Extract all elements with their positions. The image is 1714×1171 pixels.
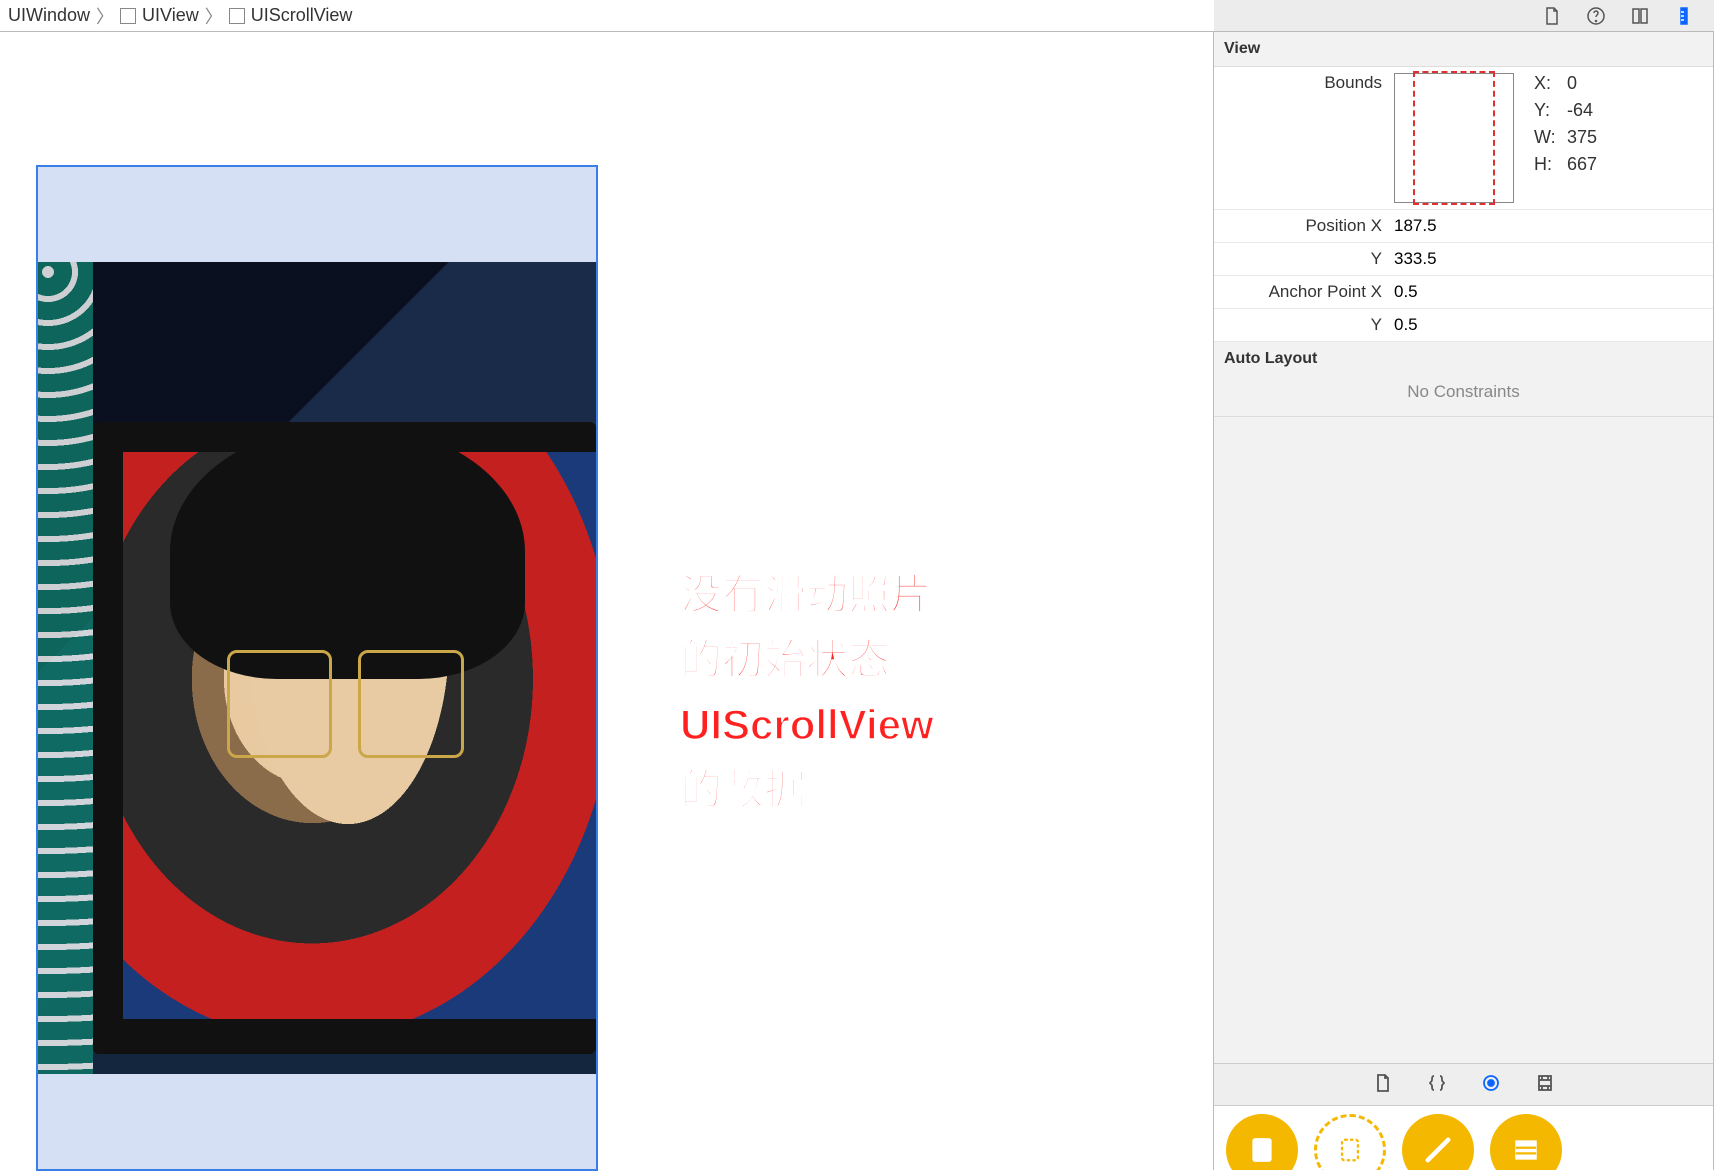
circle-toolbar bbox=[1214, 1105, 1713, 1170]
inspector-bottom-tabs bbox=[1214, 1063, 1713, 1105]
view-icon bbox=[120, 8, 136, 24]
chevron-right-icon: 〉 bbox=[205, 3, 223, 29]
target-tab-icon[interactable] bbox=[1481, 1073, 1501, 1096]
circle-button-2[interactable] bbox=[1314, 1114, 1386, 1170]
breadcrumb: UIWindow 〉 UIView 〉 UIScrollView bbox=[0, 0, 1214, 32]
bounds-w-value: 375 bbox=[1567, 127, 1597, 147]
split-icon[interactable] bbox=[1630, 6, 1650, 26]
braces-tab-icon[interactable] bbox=[1427, 1073, 1447, 1096]
anchor-y-label: Y bbox=[1224, 315, 1394, 335]
bounds-label: Bounds bbox=[1224, 73, 1394, 93]
film-tab-icon[interactable] bbox=[1535, 1073, 1555, 1096]
anchor-y-value: 0.5 bbox=[1394, 315, 1703, 335]
section-header-view: View bbox=[1214, 32, 1713, 67]
bounds-x-value: 0 bbox=[1567, 73, 1577, 93]
circle-button-4[interactable] bbox=[1490, 1114, 1562, 1170]
ruler-icon[interactable] bbox=[1674, 6, 1694, 26]
no-constraints-text: No Constraints bbox=[1214, 376, 1713, 417]
help-icon[interactable] bbox=[1586, 6, 1606, 26]
anchor-x-value: 0.5 bbox=[1394, 282, 1703, 302]
bounds-h-value: 667 bbox=[1567, 154, 1597, 174]
bounds-x-label: X: bbox=[1534, 73, 1562, 94]
bounds-diagram bbox=[1394, 73, 1514, 203]
bounds-y-value: -64 bbox=[1567, 100, 1593, 120]
annotation-text: 没有滑动照片的初始状态UIScrollView的数据 bbox=[680, 562, 950, 822]
bounds-h-label: H: bbox=[1534, 154, 1562, 175]
photo-content bbox=[38, 262, 596, 1074]
chevron-right-icon: 〉 bbox=[96, 3, 114, 29]
uiscrollview-frame[interactable] bbox=[36, 165, 598, 1171]
file-icon[interactable] bbox=[1542, 6, 1562, 26]
position-y-value: 333.5 bbox=[1394, 249, 1703, 269]
canvas-area[interactable]: 没有滑动照片的初始状态UIScrollView的数据 bbox=[0, 32, 1214, 1170]
file-tab-icon[interactable] bbox=[1373, 1073, 1393, 1096]
circle-button-1[interactable] bbox=[1226, 1114, 1298, 1170]
inspector-panel: View Bounds X: 0 Y: -64 W: 375 H: 667 Po… bbox=[1214, 32, 1714, 1170]
position-x-value: 187.5 bbox=[1394, 216, 1703, 236]
position-y-label: Y bbox=[1224, 249, 1394, 269]
breadcrumb-item-uiwindow[interactable]: UIWindow bbox=[8, 5, 90, 26]
anchor-x-label: Anchor Point X bbox=[1224, 282, 1394, 302]
breadcrumb-item-uiscrollview[interactable]: UIScrollView bbox=[229, 5, 353, 26]
view-icon bbox=[229, 8, 245, 24]
bounds-w-label: W: bbox=[1534, 127, 1562, 148]
inspector-top-toolbar bbox=[1214, 0, 1714, 32]
bounds-y-label: Y: bbox=[1534, 100, 1562, 121]
auto-layout-header: Auto Layout bbox=[1214, 342, 1713, 376]
circle-button-3[interactable] bbox=[1402, 1114, 1474, 1170]
position-x-label: Position X bbox=[1224, 216, 1394, 236]
breadcrumb-item-uiview[interactable]: UIView bbox=[120, 5, 199, 26]
